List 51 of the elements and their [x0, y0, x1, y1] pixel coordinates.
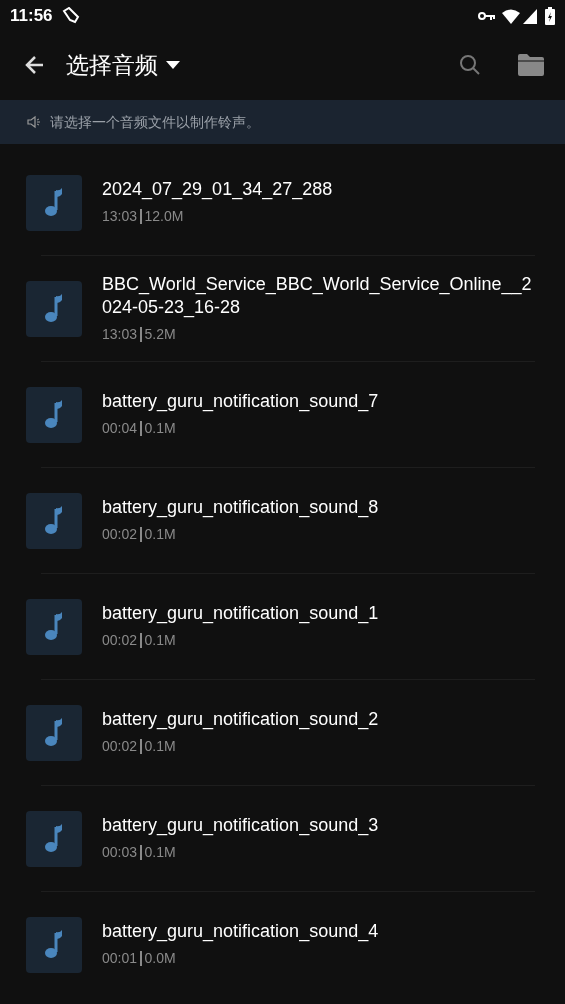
file-size: 0.1M: [144, 737, 176, 756]
music-note-icon: [26, 598, 82, 655]
music-note-icon: [26, 280, 82, 337]
notification-icon: [60, 7, 81, 25]
file-size: 0.0M: [144, 949, 176, 968]
audio-file-item[interactable]: battery_guru_notification_sound_8 00:02 0.1M: [0, 468, 565, 573]
hint-text: 请选择一个音频文件以制作铃声。: [50, 112, 260, 132]
audio-file-item[interactable]: BBC_World_Service_BBC_World_Service_Online__2024-05-23_16-28 13:03 5.2M: [0, 256, 565, 361]
speaker-icon: [27, 115, 41, 129]
file-size: 0.1M: [144, 631, 176, 650]
audio-file-item[interactable]: battery_guru_notification_sound_1 00:02 0.1M: [0, 574, 565, 679]
file-name: BBC_World_Service_BBC_World_Service_Online__2024-05-23_16-28: [102, 272, 533, 319]
music-note-icon: [26, 916, 82, 973]
file-duration: 00:02: [102, 631, 138, 650]
folder-button[interactable]: [517, 52, 545, 78]
file-duration: 00:01: [102, 949, 138, 968]
file-name: battery_guru_notification_sound_1: [102, 602, 379, 625]
music-note-icon: [26, 492, 82, 549]
music-note-icon: [26, 704, 82, 761]
audio-file-item[interactable]: battery_guru_notification_sound_3 00:03 0.1M: [0, 786, 565, 891]
file-name: battery_guru_notification_sound_7: [102, 390, 379, 413]
file-name: battery_guru_notification_sound_2: [102, 708, 379, 731]
file-name: 2024_07_29_01_34_27_288: [102, 178, 333, 201]
music-note-icon: [26, 174, 82, 231]
file-duration: 13:03: [102, 207, 138, 226]
file-size: 0.1M: [144, 419, 176, 438]
status-time: 11:56: [10, 5, 53, 28]
caret-icon: [166, 61, 180, 69]
file-name: battery_guru_notification_sound_3: [102, 814, 379, 837]
audio-file-item[interactable]: battery_guru_notification_sound_4 00:01 0.0M: [0, 892, 565, 997]
title-dropdown[interactable]: 选择音频: [66, 47, 180, 83]
file-size: 12.0M: [144, 207, 184, 226]
file-duration: 00:02: [102, 525, 138, 544]
file-size: 0.1M: [144, 843, 176, 862]
file-duration: 13:03: [102, 324, 138, 344]
file-size: 5.2M: [144, 324, 176, 344]
audio-file-item[interactable]: battery_guru_notification_sound_7 00:04 0.1M: [0, 362, 565, 467]
music-note-icon: [26, 810, 82, 867]
key-icon: [478, 10, 496, 22]
file-duration: 00:04: [102, 419, 138, 438]
audio-file-item[interactable]: battery_guru_notification_sound_2 00:02 0.1M: [0, 680, 565, 785]
audio-file-item[interactable]: 2024_07_29_01_34_27_288 13:03 12.0M: [0, 150, 565, 255]
wifi-icon: [502, 8, 520, 24]
file-size: 0.1M: [144, 525, 176, 544]
battery-icon: [545, 7, 555, 25]
file-name: battery_guru_notification_sound_4: [102, 920, 379, 943]
file-name: battery_guru_notification_sound_8: [102, 496, 379, 519]
music-note-icon: [26, 386, 82, 443]
signal-icon: [523, 8, 537, 24]
file-duration: 00:03: [102, 843, 138, 862]
file-duration: 00:02: [102, 737, 138, 756]
